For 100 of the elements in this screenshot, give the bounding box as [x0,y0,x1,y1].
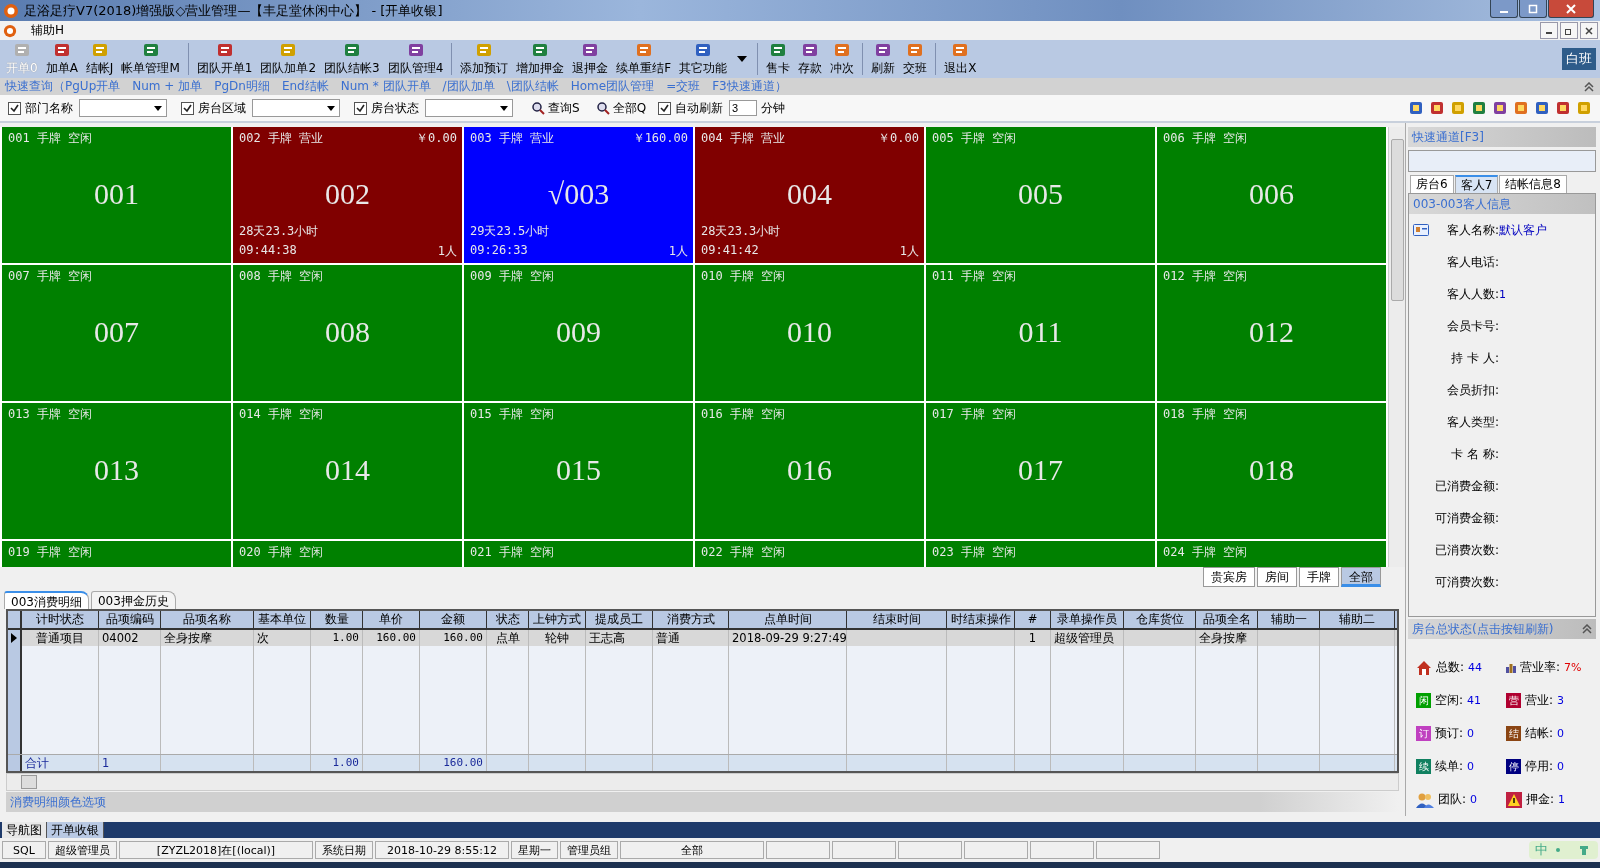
room-tile[interactable]: 010 手牌 空闲 010 [695,265,924,401]
room-tile[interactable]: 018 手牌 空闲 018 [1157,403,1386,539]
room-tile[interactable]: 005 手牌 空闲 005 [926,127,1155,263]
close-button[interactable] [1548,0,1594,18]
room-tile[interactable]: 015 手牌 空闲 015 [464,403,693,539]
menu-item[interactable]: 辅助H [25,22,71,39]
column-header[interactable]: 消费方式 [653,611,729,628]
query-button[interactable]: 查询S [527,99,584,117]
panel-tab[interactable]: 结帐信息8 [1499,175,1567,193]
dropdown[interactable] [79,99,167,117]
status-badge[interactable]: 订 [1416,726,1431,741]
column-header[interactable]: 点单时间 [729,611,847,628]
column-header[interactable]: 时结束操作 [947,611,1015,628]
toolbar-button[interactable]: 团队结帐3 [320,41,384,77]
room-tile[interactable]: 007 手牌 空闲 007 [2,265,231,401]
warning-icon[interactable] [1506,791,1522,808]
collapse-icon[interactable] [1582,624,1592,634]
room-tile[interactable]: 017 手牌 空闲 017 [926,403,1155,539]
room-tile[interactable]: 016 手牌 空闲 016 [695,403,924,539]
toolbar-button[interactable]: 团队开单1 [192,41,257,77]
room-tile[interactable]: 021 手牌 空闲 [464,541,693,567]
room-tile[interactable]: 008 手牌 空闲 008 [233,265,462,401]
toolbar-button[interactable]: 结帐J [81,41,118,77]
room-tile[interactable]: 013 手牌 空闲 013 [2,403,231,539]
room-tile[interactable]: 020 手牌 空闲 [233,541,462,567]
toolbar-button[interactable]: 团队管理4 [383,41,448,77]
column-header[interactable]: 计时状态 [22,611,99,628]
tool-icon[interactable] [1555,100,1571,116]
toolbar-button[interactable]: 增加押金 [512,41,569,77]
column-header[interactable]: 金额 [420,611,487,628]
toolbar-button[interactable]: 刷新 [867,41,900,77]
detail-tab[interactable]: 003押金历史 [90,591,176,609]
view-tab[interactable]: 贵宾房 [1203,567,1255,587]
table-row[interactable]: 普通项目 04002 全身按摩 次 1.00 160.00 160.00 点单 轮钟 王志高 普通 2018-09-29 9:27:49 1 超级管理员 全身按摩 [8,630,1397,646]
tool-icon[interactable] [1408,100,1424,116]
status-badge[interactable]: 停 [1506,759,1521,774]
view-tab[interactable]: 全部 [1341,567,1381,587]
scrollbar[interactable] [1388,127,1405,567]
room-tile[interactable]: 001 手牌 空闲 001 [2,127,231,263]
minutes-field[interactable]: 3 [729,100,758,116]
room-tile[interactable]: 011 手牌 空闲 011 [926,265,1155,401]
column-header[interactable]: # [1015,611,1051,628]
column-header[interactable]: 结束时间 [847,611,947,628]
maximize-button[interactable] [1519,0,1547,18]
panel-tab[interactable]: 房台6 [1410,175,1454,193]
checkbox[interactable] [354,101,367,115]
column-header[interactable]: 品项名称 [161,611,254,628]
minimize-button[interactable] [1540,22,1558,39]
status-badge[interactable]: 结 [1506,726,1521,741]
toolbar-button[interactable]: 交班 [899,41,932,77]
room-tile[interactable]: 003 手牌 营业 ￥160.00 √003 29天23.5小时 09:26:33 1人 [464,127,693,263]
room-tile[interactable]: 014 手牌 空闲 014 [233,403,462,539]
toolbar-button[interactable]: 退出X [940,41,981,77]
column-header[interactable]: 上钟方式 [529,611,586,628]
column-header[interactable]: 品项全名 [1196,611,1258,628]
minimize-button[interactable] [1490,0,1518,18]
column-header[interactable]: 状态 [487,611,529,628]
column-header[interactable]: 录单操作员 [1051,611,1124,628]
toolbar-button[interactable]: 其它功能 [675,41,732,77]
toolbar-button[interactable]: 冲次 [826,41,859,77]
toolbar-button[interactable]: 帐单管理M [117,41,184,77]
room-tile[interactable]: 022 手牌 空闲 [695,541,924,567]
horizontal-scrollbar[interactable] [6,773,1399,791]
room-tile[interactable]: 006 手牌 空闲 006 [1157,127,1386,263]
collapse-icon[interactable] [1584,81,1594,92]
dropdown[interactable] [425,99,513,117]
tool-icon[interactable] [1513,100,1529,116]
toolbar-button[interactable]: 存款 [794,41,827,77]
toolbar-button[interactable]: 添加预订 [456,41,513,77]
column-header[interactable]: 数量 [311,611,363,628]
room-tile[interactable]: 012 手牌 空闲 012 [1157,265,1386,401]
panel-tab[interactable]: 客人7 [1454,175,1499,193]
dropdown-arrow-icon[interactable] [737,56,748,62]
tool-icon[interactable] [1429,100,1445,116]
column-header[interactable]: 单价 [363,611,420,628]
room-tile[interactable]: 023 手牌 空闲 [926,541,1155,567]
room-tile[interactable]: 002 手牌 营业 ￥0.00 002 28天23.3小时 09:44:38 1人 [233,127,462,263]
room-tile[interactable]: 009 手牌 空闲 009 [464,265,693,401]
status-badge[interactable]: 续 [1416,759,1431,774]
checkbox[interactable] [658,101,672,115]
house-icon[interactable] [1416,659,1432,676]
close-button[interactable] [1580,22,1598,39]
quick-channel-field[interactable] [1408,150,1596,172]
people-icon[interactable] [1416,791,1434,808]
detail-tab[interactable]: 003消费明细 [4,591,89,609]
view-tab[interactable]: 房间 [1257,567,1297,587]
nav-tab[interactable]: 导航图 [2,822,47,838]
nav-tab[interactable]: 开单收银 [47,822,104,838]
room-tile[interactable]: 019 手牌 空闲 [2,541,231,567]
query-button[interactable]: 全部Q [591,99,651,117]
toolbar-button[interactable]: 团队加单2 [256,41,321,77]
toolbar-button[interactable]: 续单重结F [612,41,676,77]
toolbar-button[interactable]: 加单A [41,41,82,77]
toolbar-button[interactable]: 售卡 [762,41,795,77]
dropdown[interactable] [252,99,340,117]
checkbox[interactable] [8,101,21,115]
column-header[interactable]: 辅助一 [1258,611,1320,628]
checkbox[interactable] [181,101,194,115]
column-header[interactable]: 基本单位 [254,611,311,628]
column-header[interactable]: 仓库货位 [1124,611,1196,628]
